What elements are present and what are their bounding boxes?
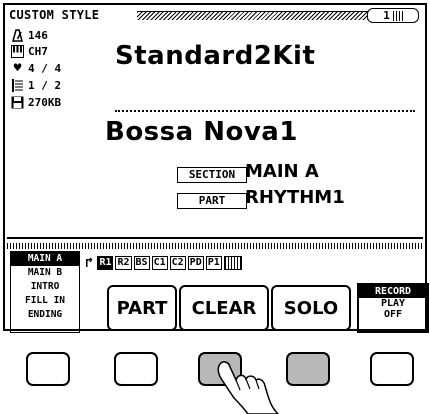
section-value: MAIN A <box>245 161 319 182</box>
part-channel[interactable]: C2 <box>169 256 186 270</box>
clear-button[interactable]: CLEAR <box>179 285 269 331</box>
measure-status: 1 / 2 <box>11 79 61 92</box>
part-channel-empty <box>223 256 242 270</box>
record-mode-button[interactable]: RECORD PLAY OFF <box>357 283 429 333</box>
variation-name: Bossa Nova1 <box>105 117 298 147</box>
page-indicator: 1 <box>367 8 419 23</box>
part-value: RHYTHM1 <box>245 187 345 208</box>
memory-value: 270KB <box>28 96 62 109</box>
part-channel[interactable]: P1 <box>205 256 222 270</box>
function-area: MAIN A MAIN B INTRO FILL IN ENDING ↱ R1 … <box>7 237 429 333</box>
piano-keys-icon <box>11 45 24 58</box>
metronome-icon <box>11 29 24 42</box>
tempo-value: 146 <box>28 29 48 42</box>
section-item[interactable]: ENDING <box>11 308 79 322</box>
section-item[interactable]: MAIN B <box>11 266 79 280</box>
part-channel[interactable]: PD <box>187 256 204 270</box>
tempo-status: 146 <box>11 29 48 42</box>
section-label: SECTION <box>177 167 247 183</box>
measure-value: 1 / 2 <box>28 79 62 92</box>
pressing-hand-icon <box>217 361 280 414</box>
header-stripe <box>137 11 393 20</box>
section-selector[interactable]: MAIN A MAIN B INTRO FILL IN ENDING <box>10 251 80 333</box>
hardware-button-2[interactable] <box>114 352 158 386</box>
solo-button[interactable]: SOLO <box>271 285 351 331</box>
record-label: RECORD <box>359 285 427 298</box>
lcd-screen: CUSTOM STYLE 1 146 CH7 ♥ 4 / 4 1 / 2 270… <box>3 3 429 333</box>
time-signature-value: 4 / 4 <box>28 62 62 75</box>
divider <box>115 110 415 112</box>
play-label: PLAY <box>380 298 406 309</box>
part-channel[interactable]: R1 <box>97 256 114 270</box>
corner-arrow-icon: ↱ <box>85 255 94 271</box>
disk-icon <box>11 96 24 109</box>
header: CUSTOM STYLE 1 <box>7 7 423 23</box>
off-label: OFF <box>383 309 403 320</box>
part-button[interactable]: PART <box>107 285 177 331</box>
hardware-button-5[interactable] <box>370 352 414 386</box>
dotted-band <box>7 243 423 249</box>
part-channel[interactable]: BS <box>133 256 150 270</box>
part-channel[interactable]: C1 <box>151 256 168 270</box>
page-bars-icon <box>392 10 403 21</box>
part-label: PART <box>177 193 247 209</box>
page-number: 1 <box>383 9 390 22</box>
part-channel[interactable]: R2 <box>115 256 132 270</box>
style-name: Standard2Kit <box>115 41 316 71</box>
channel-status: CH7 <box>11 45 48 58</box>
measure-icon <box>11 79 24 92</box>
time-signature-status: ♥ 4 / 4 <box>11 61 62 76</box>
hardware-button-1[interactable] <box>26 352 70 386</box>
section-item[interactable]: FILL IN <box>11 294 79 308</box>
memory-status: 270KB <box>11 96 61 109</box>
channel-value: CH7 <box>28 45 48 58</box>
heart-icon: ♥ <box>13 61 22 76</box>
section-item[interactable]: INTRO <box>11 280 79 294</box>
screen-title: CUSTOM STYLE <box>9 8 100 22</box>
section-item[interactable]: MAIN A <box>11 252 79 266</box>
part-channels: ↱ R1 R2 BS C1 C2 PD P1 <box>85 255 242 271</box>
